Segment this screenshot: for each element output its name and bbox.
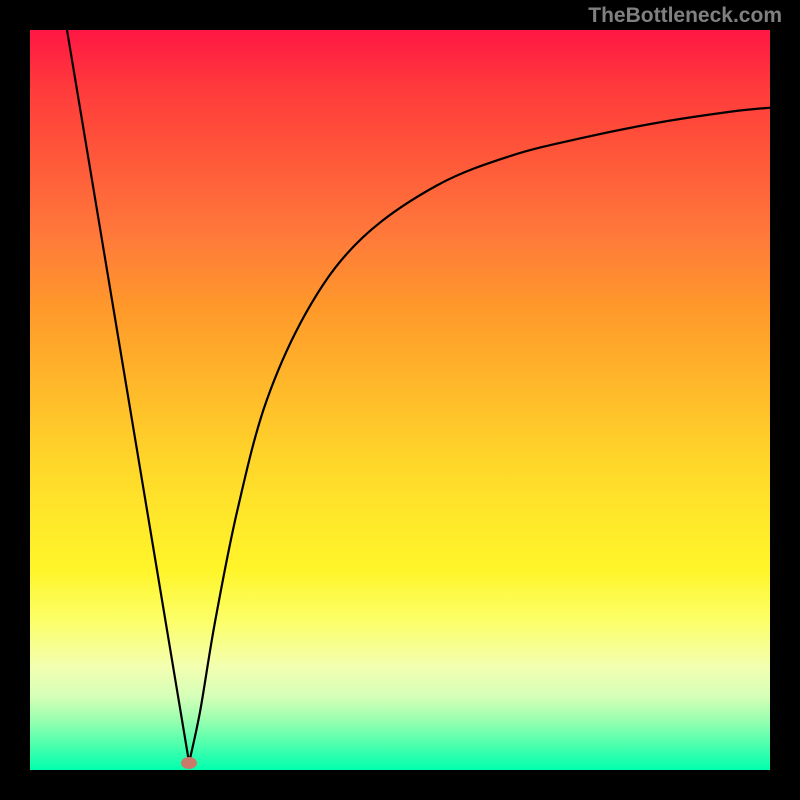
watermark-text: TheBottleneck.com <box>588 4 782 28</box>
optimum-marker <box>181 757 197 769</box>
bottleneck-curve <box>30 30 770 770</box>
chart-plot-area <box>30 30 770 770</box>
